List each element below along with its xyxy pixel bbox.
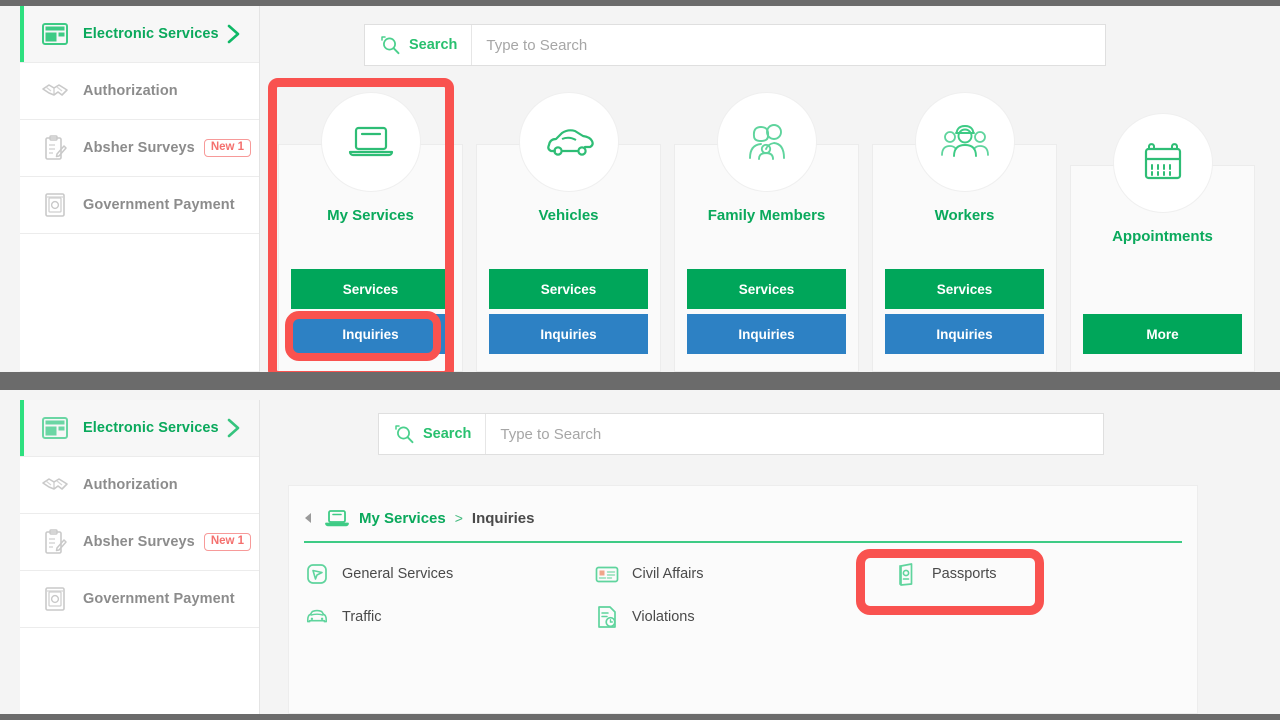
card-title: Workers	[934, 207, 995, 224]
top-panel: Electronic Services Authorization Absher…	[0, 6, 1280, 372]
service-card-vehicles[interactable]: Vehicles Services Inquiries	[476, 92, 661, 372]
screenshot-root: Electronic Services Authorization Absher…	[0, 0, 1280, 720]
inquiry-item-civil-affairs[interactable]: Civil Affairs	[595, 560, 895, 588]
sidebar-bottom: Electronic Services Authorization Absher…	[20, 400, 260, 714]
services-button[interactable]: Services	[885, 269, 1044, 309]
violation-doc-icon	[595, 605, 619, 629]
car-front-icon	[305, 605, 329, 629]
service-card-my-services[interactable]: My Services Services Inquiries	[278, 92, 463, 372]
inquiry-item-violations[interactable]: Violations	[595, 603, 895, 631]
breadcrumb-divider	[304, 541, 1182, 543]
atm-cash-icon	[40, 191, 70, 219]
card-title: My Services	[327, 207, 414, 224]
sidebar-item-electronic-services[interactable]: Electronic Services	[20, 400, 259, 457]
sidebar-item-label: Electronic Services	[83, 420, 219, 436]
sidebar-item-authorization[interactable]: Authorization	[20, 457, 259, 514]
search-bar-top: Search	[364, 24, 1106, 66]
sidebar-empty-area	[20, 628, 259, 714]
services-button[interactable]: Services	[291, 269, 450, 309]
service-card-appointments[interactable]: Appointments More	[1070, 113, 1255, 372]
card-buttons: Services Inquiries	[687, 269, 846, 354]
inquiry-item-label: Traffic	[342, 609, 382, 625]
chevron-right-icon[interactable]	[226, 417, 241, 439]
sidebar-item-label: Authorization	[83, 477, 178, 493]
search-label-group: Search	[379, 414, 487, 454]
chevron-right-icon[interactable]	[226, 23, 241, 45]
calendar-icon	[1112, 113, 1213, 213]
more-button[interactable]: More	[1083, 314, 1242, 354]
inquiries-button[interactable]: Inquiries	[489, 314, 648, 354]
clipboard-pencil-icon	[40, 528, 70, 556]
sidebar-item-absher-surveys[interactable]: Absher Surveys New 1	[20, 514, 259, 571]
handshake-icon	[40, 471, 70, 499]
family-icon	[716, 92, 817, 192]
status-badge: New 1	[203, 532, 252, 552]
sidebar-item-label: Absher Surveys	[83, 140, 195, 156]
breadcrumb-root[interactable]: My Services	[359, 510, 446, 527]
inquiry-item-label: Civil Affairs	[632, 566, 704, 582]
inquiry-item-label: Violations	[632, 609, 695, 625]
sidebar-item-label: Electronic Services	[83, 26, 219, 42]
clipboard-pencil-icon	[40, 134, 70, 162]
id-card-icon	[595, 562, 619, 586]
search-input[interactable]	[472, 25, 1105, 65]
card-title: Family Members	[707, 207, 826, 224]
service-cards-row: My Services Services Inquiries Vehicles …	[278, 92, 1268, 372]
magnifier-icon	[394, 424, 415, 444]
atm-cash-icon	[40, 585, 70, 613]
service-card-workers[interactable]: Workers Services Inquiries	[872, 92, 1057, 372]
laptop-icon	[320, 92, 421, 192]
magnifier-icon	[380, 35, 401, 55]
sidebar-item-authorization[interactable]: Authorization	[20, 63, 259, 120]
sidebar-item-electronic-services[interactable]: Electronic Services	[20, 6, 259, 63]
handshake-icon	[40, 77, 70, 105]
inquiry-items-grid: General Services Civil Affairs Passports…	[305, 560, 1197, 631]
inquiry-item-label: General Services	[342, 566, 454, 582]
inquiries-content-panel: My Services > Inquiries General Services	[288, 485, 1198, 714]
sidebar-item-government-payment[interactable]: Government Payment	[20, 571, 259, 628]
window-layout-icon	[40, 414, 70, 442]
card-title: Appointments	[1112, 228, 1213, 245]
breadcrumb-separator: >	[454, 510, 463, 526]
passport-icon	[895, 562, 919, 586]
search-input[interactable]	[486, 414, 1103, 454]
inquiry-item-traffic[interactable]: Traffic	[305, 603, 595, 631]
sidebar-item-absher-surveys[interactable]: Absher Surveys New 1	[20, 120, 259, 177]
workers-icon	[914, 92, 1015, 192]
sidebar-empty-area	[20, 234, 259, 372]
inquiries-button[interactable]: Inquiries	[885, 314, 1044, 354]
card-buttons: Services Inquiries	[291, 269, 450, 354]
search-label: Search	[423, 426, 472, 442]
inquiry-item-general-services[interactable]: General Services	[305, 560, 595, 588]
search-label: Search	[409, 37, 458, 53]
inquiry-item-label: Passports	[932, 566, 997, 582]
sidebar-item-label: Absher Surveys	[83, 534, 195, 550]
card-buttons: Services Inquiries	[489, 269, 648, 354]
breadcrumb: My Services > Inquiries	[289, 486, 1197, 528]
sidebar-item-label: Government Payment	[83, 591, 235, 607]
services-button[interactable]: Services	[687, 269, 846, 309]
service-card-family-members[interactable]: Family Members Services Inquiries	[674, 92, 859, 372]
breadcrumb-current: Inquiries	[471, 509, 535, 527]
window-layout-icon	[40, 20, 70, 48]
inquiries-button[interactable]: Inquiries	[291, 314, 450, 354]
bottom-panel: Electronic Services Authorization Absher…	[0, 390, 1280, 714]
card-buttons: Services Inquiries	[885, 269, 1044, 354]
sidebar-top: Electronic Services Authorization Absher…	[20, 6, 260, 372]
card-buttons: More	[1083, 314, 1242, 354]
location-pin-icon	[305, 562, 329, 586]
card-title: Vehicles	[538, 207, 599, 224]
back-arrow-icon[interactable]	[304, 511, 313, 525]
services-button[interactable]: Services	[489, 269, 648, 309]
search-label-group: Search	[365, 25, 473, 65]
inquiry-item-passports[interactable]: Passports	[895, 560, 1185, 588]
status-badge: New 1	[203, 138, 252, 158]
search-bar-bottom: Search	[378, 413, 1104, 455]
laptop-icon	[324, 508, 350, 528]
sidebar-item-government-payment[interactable]: Government Payment	[20, 177, 259, 234]
inquiries-button[interactable]: Inquiries	[687, 314, 846, 354]
sidebar-item-label: Government Payment	[83, 197, 235, 213]
sidebar-item-label: Authorization	[83, 83, 178, 99]
car-icon	[518, 92, 619, 192]
